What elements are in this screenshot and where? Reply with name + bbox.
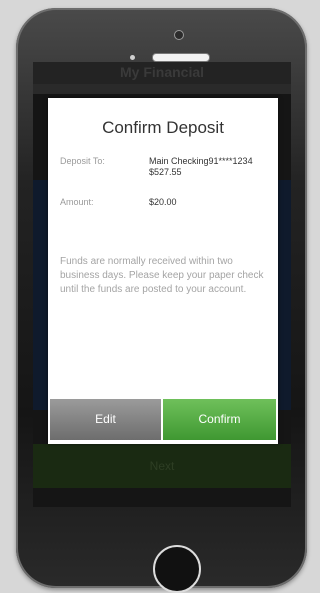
home-button[interactable] (153, 545, 201, 593)
confirm-button[interactable]: Confirm (163, 399, 276, 440)
deposit-info-text: Funds are normally received within two b… (60, 256, 264, 295)
amount-value: $20.00 (149, 197, 177, 207)
edit-button[interactable]: Edit (50, 399, 161, 440)
confirm-deposit-dialog: Confirm Deposit Deposit To: Main Checkin… (48, 98, 278, 444)
deposit-to-balance: $527.55 (149, 167, 182, 177)
app-nav-bar (33, 84, 291, 94)
deposit-to-account: Main Checking91****1234 (149, 156, 253, 166)
next-button[interactable]: Next (33, 444, 291, 488)
speaker-icon (152, 53, 210, 62)
amount-label: Amount: (60, 197, 94, 207)
camera-icon (174, 30, 184, 40)
dialog-title: Confirm Deposit (102, 118, 224, 137)
deposit-to-label: Deposit To: (60, 156, 105, 166)
app-title: My Financial (33, 62, 291, 84)
sensor-icon (130, 55, 135, 60)
